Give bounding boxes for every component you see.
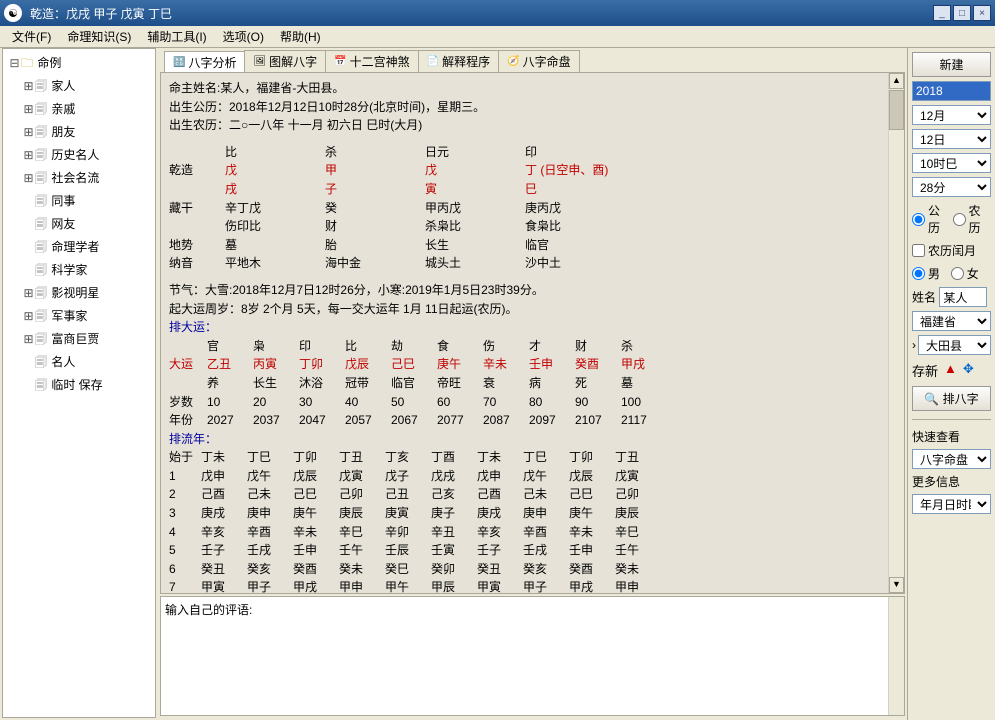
name-input[interactable] <box>939 287 987 307</box>
center-panel: 🔠八字分析 🖼图解八字 📅十二宫神煞 📄解释程序 🧭八字命盘 命主姓名:某人，福… <box>158 48 907 720</box>
tab-icon: 🖼 <box>253 56 266 67</box>
tree-item[interactable]: ⊞🗐 亲戚 <box>5 99 153 122</box>
solar-radio[interactable] <box>912 213 925 226</box>
menu-file[interactable]: 文件(F) <box>6 26 57 47</box>
menu-knowledge[interactable]: 命理知识(S) <box>61 26 137 47</box>
app-icon: ☯ <box>4 4 22 22</box>
tree-item[interactable]: 🗐 科学家 <box>5 260 153 283</box>
tab-bar: 🔠八字分析 🖼图解八字 📅十二宫神煞 📄解释程序 🧭八字命盘 <box>158 50 907 72</box>
tree-item[interactable]: ⊞🗐 社会名流 <box>5 168 153 191</box>
tree-item[interactable]: ⊞🗐 军事家 <box>5 306 153 329</box>
province-select[interactable]: 福建省 <box>912 311 991 331</box>
tab-icon: 📄 <box>427 56 439 67</box>
scroll-down-icon[interactable]: ▼ <box>889 577 904 593</box>
comment-prompt: 输入自己的评语: <box>165 603 252 617</box>
workspace: ⊟🗀 命例 ⊞🗐 家人⊞🗐 亲戚⊞🗐 朋友⊞🗐 历史名人⊞🗐 社会名流 🗐 同事… <box>0 48 995 720</box>
header-line-2: 出生公历：2018年12月12日10时28分(北京时间)，星期三。 <box>169 98 896 117</box>
maximize-button[interactable]: □ <box>953 5 971 21</box>
qidayun-line: 起大运周岁：8岁 2个月 5天，每一交大运年 1月 11日起运(农历)。 <box>169 300 896 319</box>
menu-help[interactable]: 帮助(H) <box>274 26 327 47</box>
move-icon[interactable]: ✥ <box>963 361 974 380</box>
more-info-label: 更多信息 <box>912 473 991 490</box>
tab-chart[interactable]: 🧭八字命盘 <box>498 50 579 72</box>
pillars-grid: 比杀日元印乾造戊甲戊丁 (日空申、酉)戌子寅巳藏干辛丁戊癸甲丙戊庚丙戊伤印比财杀… <box>169 143 896 273</box>
minimize-button[interactable]: _ <box>933 5 951 21</box>
tab-bazi-analysis[interactable]: 🔠八字分析 <box>164 51 245 73</box>
paidayun-title: 排大运： <box>169 318 896 337</box>
county-select[interactable]: 大田县 <box>918 335 991 355</box>
dayun-grid: 官枭印比劫食伤才财杀大运乙丑丙寅丁卯戊辰己巳庚午辛未壬申癸酉甲戌养长生沐浴冠带临… <box>169 337 896 430</box>
new-button[interactable]: 新建 <box>912 52 991 77</box>
tree-item[interactable]: 🗐 同事 <box>5 191 153 214</box>
tree-item[interactable]: 🗐 命理学者 <box>5 237 153 260</box>
leap-checkbox[interactable] <box>912 244 925 257</box>
window-title: 乾造：戊戌 甲子 戊寅 丁巳 <box>30 5 931 22</box>
tree-item[interactable]: ⊞🗐 历史名人 <box>5 145 153 168</box>
sidebar-tree[interactable]: ⊟🗀 命例 ⊞🗐 家人⊞🗐 亲戚⊞🗐 朋友⊞🗐 历史名人⊞🗐 社会名流 🗐 同事… <box>2 48 156 718</box>
hour-select[interactable]: 10时巳 <box>912 153 991 173</box>
analysis-scrollbar[interactable]: ▲ ▼ <box>888 73 904 593</box>
tab-diagram[interactable]: 🖼图解八字 <box>244 50 326 72</box>
quick-view-select[interactable]: 八字命盘 <box>912 449 991 469</box>
day-select[interactable]: 12日 <box>912 129 991 149</box>
menu-options[interactable]: 选项(O) <box>217 26 270 47</box>
save-row: 存新 ▲ ✥ <box>912 359 991 382</box>
more-info-select[interactable]: 年月日时断命 <box>912 494 991 514</box>
tree-item[interactable]: ⊞🗐 家人 <box>5 76 153 99</box>
tree-item[interactable]: 🗐 名人 <box>5 352 153 375</box>
tab-icon: 🔠 <box>173 57 185 68</box>
tree-item[interactable]: ⊞🗐 朋友 <box>5 122 153 145</box>
scroll-up-icon[interactable]: ▲ <box>889 73 904 89</box>
name-row: 姓名 <box>912 287 991 307</box>
tree-root[interactable]: ⊟🗀 命例 <box>5 53 153 76</box>
jieqi-line: 节气：大雪:2018年12月7日12时26分，小寒:2019年1月5日23时39… <box>169 281 896 300</box>
arrow-up-icon[interactable]: ▲ <box>944 361 957 380</box>
tab-explain[interactable]: 📄解释程序 <box>418 50 499 72</box>
tree-item[interactable]: 🗐 临时 保存 <box>5 375 153 398</box>
menu-bar: 文件(F) 命理知识(S) 辅助工具(I) 选项(O) 帮助(H) <box>0 26 995 48</box>
month-select[interactable]: 12月 <box>912 105 991 125</box>
pailiunian-title: 排流年： <box>169 430 896 449</box>
scroll-thumb[interactable] <box>889 90 904 130</box>
minute-select[interactable]: 28分 <box>912 177 991 197</box>
right-panel: 新建 12月 12日 10时巳 28分 公历 农历 农历闰月 男 女 姓名 福建… <box>907 48 995 720</box>
calendar-radio-row: 公历 农历 <box>912 201 991 237</box>
comment-scrollbar[interactable] <box>888 597 904 715</box>
header-line-1: 命主姓名:某人，福建省-大田县。 <box>169 79 896 98</box>
gender-radio-row: 男 女 <box>912 264 991 283</box>
male-radio[interactable] <box>912 267 925 280</box>
tree-item[interactable]: ⊞🗐 影视明星 <box>5 283 153 306</box>
leap-row: 农历闰月 <box>912 241 991 260</box>
tab-palaces[interactable]: 📅十二宫神煞 <box>325 50 418 72</box>
liunian-grid: 始于丁未丁巳丁卯丁丑丁亥丁酉丁未丁巳丁卯丁丑1戊申戊午戊辰戊寅戊子戊戌戊申戊午戊… <box>169 448 896 594</box>
tree-item[interactable]: 🗐 网友 <box>5 214 153 237</box>
close-button[interactable]: × <box>973 5 991 21</box>
quick-view-label: 快速查看 <box>912 428 991 445</box>
paibazi-button[interactable]: 🔍 排八字 <box>912 386 991 411</box>
tab-icon: 📅 <box>334 56 346 67</box>
chevron-right-icon: › <box>912 338 916 352</box>
analysis-pane[interactable]: 命主姓名:某人，福建省-大田县。 出生公历：2018年12月12日10时28分(… <box>160 72 905 594</box>
header-line-3: 出生农历：二○一八年 十一月 初六日 巳时(大月) <box>169 116 896 135</box>
lunar-radio[interactable] <box>953 213 966 226</box>
menu-tools[interactable]: 辅助工具(I) <box>141 26 212 47</box>
tab-icon: 🧭 <box>507 56 519 67</box>
female-radio[interactable] <box>951 267 964 280</box>
tree-item[interactable]: ⊞🗐 富商巨贾 <box>5 329 153 352</box>
title-bar: ☯ 乾造：戊戌 甲子 戊寅 丁巳 _ □ × <box>0 0 995 26</box>
year-input[interactable] <box>912 81 991 101</box>
comment-box[interactable]: 输入自己的评语: <box>160 596 905 716</box>
